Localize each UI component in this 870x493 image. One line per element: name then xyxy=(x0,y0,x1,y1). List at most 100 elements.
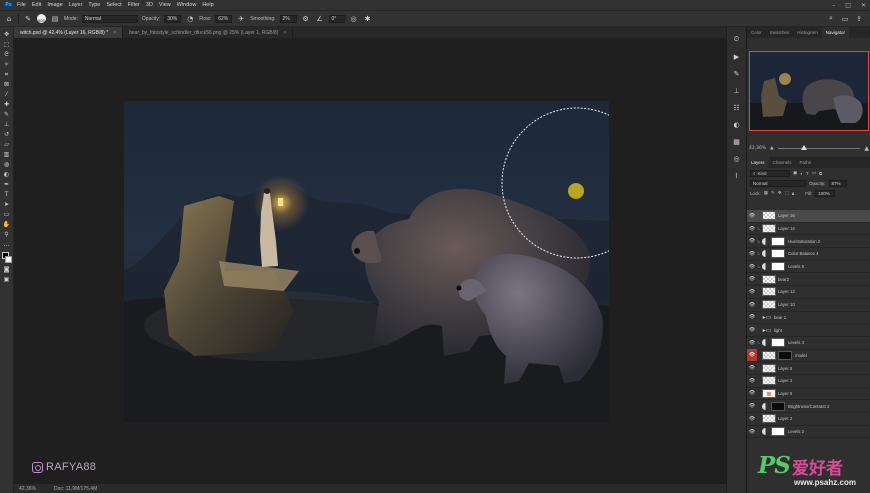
tab-navigator[interactable]: Navigator xyxy=(821,27,850,38)
quick-mask-icon[interactable]: ◙ xyxy=(1,265,12,274)
move-tool-icon[interactable]: ✥ xyxy=(1,30,12,39)
visibility-eye-icon[interactable]: 👁︎ xyxy=(747,289,757,295)
layer-row[interactable]: 👁︎ ↳ Color Balance 4 xyxy=(747,248,870,261)
minimize-icon[interactable]: – xyxy=(832,2,835,9)
visibility-eye-icon[interactable]: 👁︎ xyxy=(747,302,757,308)
menu-select[interactable]: Select xyxy=(106,2,121,8)
layer-mask-thumbnail[interactable] xyxy=(778,350,792,360)
zoom-slider[interactable] xyxy=(777,145,861,150)
tab-swatches[interactable]: Swatches xyxy=(766,27,794,38)
marquee-tool-icon[interactable]: ⬚ xyxy=(1,40,12,49)
layer-row[interactable]: 👁︎ Levels 2 xyxy=(747,426,870,439)
pressure-opacity-icon[interactable]: ◔ xyxy=(185,14,195,24)
layer-row[interactable]: 👁︎ ↳ Layer 14 xyxy=(747,223,870,236)
menu-view[interactable]: View xyxy=(159,2,171,8)
layer-opacity-field[interactable]: 87% xyxy=(828,179,847,187)
close-icon[interactable]: ✕ xyxy=(861,2,866,9)
visibility-eye-icon[interactable]: 👁︎ xyxy=(747,349,757,362)
share-icon[interactable]: ⇪ xyxy=(854,14,864,24)
tab-channels[interactable]: Channels xyxy=(769,157,796,168)
visibility-eye-icon[interactable]: 👁︎ xyxy=(747,238,757,244)
hand-tool-icon[interactable]: ✋ xyxy=(1,220,12,229)
filter-type-icon[interactable]: T xyxy=(806,171,809,176)
mode-select[interactable]: Normal xyxy=(81,14,138,23)
layers-icon[interactable]: ▦ xyxy=(732,137,742,146)
tab-layers[interactable]: Layers xyxy=(747,157,769,168)
airbrush-icon[interactable]: ✈ xyxy=(236,14,246,24)
zoom-slider-handle[interactable] xyxy=(800,145,807,150)
frame-tool-icon[interactable]: ⊠ xyxy=(1,80,12,89)
visibility-eye-icon[interactable]: 👁︎ xyxy=(747,251,757,257)
navigator-zoom-value[interactable]: 42,36% xyxy=(749,146,766,151)
visibility-eye-icon[interactable]: 👁︎ xyxy=(747,264,757,270)
close-tab-icon[interactable]: × xyxy=(283,30,286,36)
background-color[interactable] xyxy=(4,256,12,263)
smoothing-field[interactable]: 2% xyxy=(279,14,297,23)
properties-icon[interactable]: ☷ xyxy=(732,103,742,112)
smoothing-options-icon[interactable]: ⚙ xyxy=(301,14,311,24)
navigator-thumbnail[interactable] xyxy=(749,51,869,131)
crop-tool-icon[interactable]: ⌗ xyxy=(1,70,12,79)
menu-image[interactable]: Image xyxy=(47,2,62,8)
visibility-eye-icon[interactable]: 👁︎ xyxy=(747,429,757,435)
screen-mode-icon[interactable]: ▣ xyxy=(1,275,12,284)
layer-row[interactable]: 👁︎ ▸▭ bear 1 xyxy=(747,312,870,325)
zoom-tool-icon[interactable]: ⚲ xyxy=(1,230,12,239)
visibility-eye-icon[interactable]: 👁︎ xyxy=(747,416,757,422)
visibility-eye-icon[interactable]: 👁︎ xyxy=(747,365,757,371)
workspace-icon[interactable]: ▭ xyxy=(840,14,850,24)
shape-tool-icon[interactable]: ▭ xyxy=(1,210,12,219)
filter-shape-icon[interactable]: ▭ xyxy=(812,170,816,176)
menu-file[interactable]: File xyxy=(17,2,26,8)
visibility-eye-icon[interactable]: 👁︎ xyxy=(747,213,757,219)
menu-window[interactable]: Window xyxy=(177,2,197,8)
tab-color[interactable]: Color xyxy=(747,27,766,38)
document-canvas[interactable] xyxy=(124,101,609,422)
filter-smart-icon[interactable]: ⧉ xyxy=(819,171,822,176)
adjustments-icon[interactable]: ◐ xyxy=(732,120,742,129)
eraser-tool-icon[interactable]: ▱ xyxy=(1,140,12,149)
layer-row[interactable]: 👁︎ model xyxy=(747,349,870,363)
filter-pixel-icon[interactable]: ▣ xyxy=(793,170,797,176)
tab-witch-psd[interactable]: witch.psd @ 42,4% (Layer 16, RGB/8) * × xyxy=(14,27,124,38)
layer-row[interactable]: 👁︎ Layer 13 xyxy=(747,286,870,299)
visibility-eye-icon[interactable]: 👁︎ xyxy=(747,390,757,396)
layer-row[interactable]: 👁︎ Layer 10 xyxy=(747,299,870,312)
layer-row[interactable]: 👁︎ ↳ Hue/Saturation 2 xyxy=(747,235,870,249)
search-icon[interactable]: ⌕ xyxy=(826,14,836,24)
lock-artboard-icon[interactable]: ⬚ xyxy=(785,190,789,196)
menu-help[interactable]: Help xyxy=(202,2,213,8)
clone-source-icon[interactable]: ⊥ xyxy=(732,86,742,95)
opacity-field[interactable]: 30% xyxy=(164,14,182,23)
menu-edit[interactable]: Edit xyxy=(32,2,41,8)
layer-mask-thumbnail[interactable] xyxy=(771,401,785,411)
navigator-view-box[interactable] xyxy=(749,51,869,131)
flow-field[interactable]: 62% xyxy=(215,14,233,23)
zoom-out-icon[interactable]: ▲ xyxy=(770,146,773,151)
menu-3d[interactable]: 3D xyxy=(146,2,153,8)
healing-brush-tool-icon[interactable]: ✚ xyxy=(1,100,12,109)
lock-position-icon[interactable]: ✥ xyxy=(778,190,782,196)
lock-all-icon[interactable]: 🔒︎ xyxy=(792,191,794,196)
visibility-eye-icon[interactable]: 👁︎ xyxy=(747,314,757,320)
home-icon[interactable]: ⌂ xyxy=(4,14,14,24)
maximize-icon[interactable]: □ xyxy=(845,2,851,9)
channels-icon[interactable]: ◎ xyxy=(732,154,742,163)
layer-row[interactable]: 👁︎ Layer 6 xyxy=(747,388,870,401)
visibility-eye-icon[interactable]: 👁︎ xyxy=(747,340,757,346)
brush-tool-icon[interactable]: ✎ xyxy=(1,110,12,119)
blur-tool-icon[interactable]: ◍ xyxy=(1,160,12,169)
lock-transparent-icon[interactable]: ▦ xyxy=(764,190,768,196)
visibility-eye-icon[interactable]: 👁︎ xyxy=(747,327,757,333)
brush-settings-icon[interactable]: ▤ xyxy=(50,14,60,24)
blend-mode-select[interactable]: Normal xyxy=(750,179,806,187)
layer-row[interactable]: 👁︎ ↳ Levels 3 xyxy=(747,337,870,350)
fill-field[interactable]: 100% xyxy=(815,189,836,197)
layer-row[interactable]: 👁︎ ↳ Levels 5 xyxy=(747,261,870,274)
layer-mask-thumbnail[interactable] xyxy=(771,249,785,259)
layer-row[interactable]: 👁︎ Layer 2 xyxy=(747,413,870,426)
filter-kind-select[interactable]: ⌕ Kind xyxy=(750,169,790,177)
eyedropper-tool-icon[interactable]: ⁄ xyxy=(1,90,12,99)
tab-bear-png[interactable]: bear_by_fotostyle_schindler_dfuck56.png … xyxy=(123,27,294,38)
symmetry-icon[interactable]: ✱ xyxy=(363,14,373,24)
